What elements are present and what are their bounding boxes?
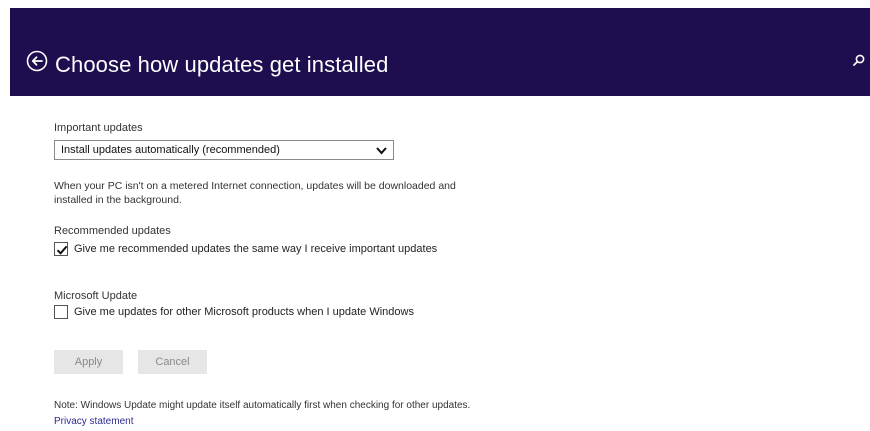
checkmark-icon — [56, 245, 68, 255]
dropdown-selected-value: Install updates automatically (recommend… — [61, 144, 280, 156]
search-icon — [853, 54, 865, 66]
cancel-button[interactable]: Cancel — [138, 350, 207, 374]
microsoft-update-label: Microsoft Update — [54, 290, 138, 302]
back-button[interactable] — [26, 50, 48, 72]
recommended-updates-checkbox[interactable] — [54, 242, 68, 256]
important-updates-description: When your PC isn't on a metered Internet… — [54, 180, 456, 206]
important-updates-label: Important updates — [54, 122, 143, 134]
important-updates-dropdown[interactable]: Install updates automatically (recommend… — [54, 140, 394, 160]
chevron-down-icon — [376, 147, 387, 155]
back-arrow-circle-icon — [26, 50, 48, 72]
page-title: Choose how updates get installed — [55, 52, 389, 77]
microsoft-update-checkbox-label[interactable]: Give me updates for other Microsoft prod… — [74, 306, 414, 318]
recommended-updates-checkbox-label[interactable]: Give me recommended updates the same way… — [74, 243, 437, 255]
microsoft-update-checkbox[interactable] — [54, 305, 68, 319]
privacy-statement-link[interactable]: Privacy statement — [54, 416, 133, 427]
footer-note: Note: Windows Update might update itself… — [54, 400, 471, 411]
recommended-updates-label: Recommended updates — [54, 225, 171, 237]
apply-button[interactable]: Apply — [54, 350, 123, 374]
search-button[interactable] — [852, 53, 866, 67]
header-bar: Choose how updates get installed — [10, 8, 870, 96]
